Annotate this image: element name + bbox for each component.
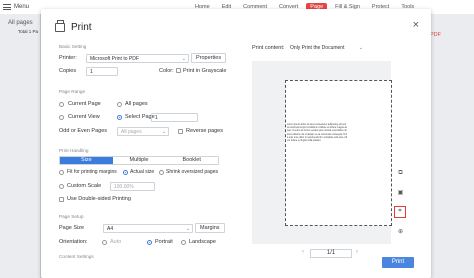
- print-content-label: Print content:: [252, 45, 285, 51]
- custom-scale-radio[interactable]: [59, 184, 64, 189]
- print-handling-header: Print Handling: [59, 148, 89, 153]
- thumbnail-panel: All pages Total 1 Pa: [0, 14, 40, 278]
- menu-button[interactable]: Menu: [3, 4, 29, 10]
- current-page-label: Current Page: [68, 101, 101, 107]
- dialog-title-text: Print: [71, 22, 92, 33]
- select-page-input[interactable]: 1: [151, 113, 198, 122]
- print-content-select[interactable]: Only Print the Document ⌄: [287, 44, 365, 53]
- print-content-value: Only Print the Document: [290, 45, 345, 51]
- print-button[interactable]: Print: [382, 257, 414, 268]
- content-settings-header: Content Settings: [59, 254, 94, 259]
- margins-button[interactable]: Margins: [195, 223, 225, 233]
- odd-even-value: All pages: [121, 129, 142, 135]
- multiple-mode-button[interactable]: Multiple: [113, 157, 166, 164]
- all-pages-title: All pages: [8, 20, 33, 26]
- page-indicator[interactable]: 1/1: [310, 249, 352, 258]
- odd-even-select[interactable]: All pages ⌄: [117, 127, 169, 136]
- orientation-label: Orientation:: [59, 239, 88, 245]
- page-view-icon[interactable]: ▣: [396, 189, 405, 198]
- zoom-icon[interactable]: ⊕: [396, 228, 405, 237]
- page-setup-header: Page Setup: [59, 214, 84, 219]
- right-panel: PDF: [430, 14, 474, 278]
- printer-icon: [55, 20, 65, 32]
- size-mode-button[interactable]: Size: [60, 157, 113, 164]
- printer-select[interactable]: Microsoft Print to PDF ⌄: [86, 54, 189, 63]
- all-pages-radio[interactable]: [117, 102, 122, 107]
- fit-page-icon[interactable]: ⧉: [396, 169, 405, 178]
- duplex-checkbox[interactable]: [59, 197, 64, 202]
- crop-icon[interactable]: ⌗: [394, 206, 406, 218]
- prev-page-icon[interactable]: ‹: [302, 249, 304, 255]
- grayscale-checkbox[interactable]: [176, 68, 181, 73]
- shrink-label: Shrink oversized pages: [166, 169, 218, 175]
- print-dialog: Print × Basic Setting Printer: Microsoft…: [41, 9, 431, 278]
- copies-stepper[interactable]: 1: [86, 67, 118, 76]
- reverse-pages-checkbox[interactable]: [178, 129, 183, 134]
- copies-value: 1: [90, 69, 93, 75]
- portrait-label: Portrait: [155, 239, 173, 245]
- actual-size-label: Actual size: [130, 169, 155, 175]
- menu-label: Menu: [14, 4, 30, 10]
- actual-size-radio[interactable]: [123, 170, 128, 175]
- current-view-radio[interactable]: [59, 115, 64, 120]
- print-preview: Lorem ipsum dolor sit amet consectetur a…: [252, 61, 392, 244]
- select-page-value: 1: [155, 115, 158, 121]
- all-pages-label: All pages: [125, 101, 148, 107]
- select-page-radio[interactable]: [117, 115, 122, 120]
- printer-value: Microsoft Print to PDF: [90, 56, 139, 62]
- landscape-label: Landscape: [189, 239, 216, 245]
- current-page-radio[interactable]: [59, 102, 64, 107]
- custom-scale-label: Custom Scale: [67, 183, 102, 189]
- page-size-label: Page Size: [59, 225, 85, 231]
- handling-mode-toggle: Size Multiple Booklet: [59, 156, 219, 165]
- chevron-down-icon: ⌄: [161, 129, 166, 135]
- duplex-label: Use Double-sided Printing: [67, 196, 131, 202]
- shrink-radio[interactable]: [159, 170, 164, 175]
- page-range-header: Page Range: [59, 89, 86, 94]
- current-view-label: Current View: [68, 114, 100, 120]
- fit-margins-label: Fit for printing margins: [67, 169, 117, 175]
- preview-page: [285, 80, 392, 226]
- printer-label: Printer:: [59, 55, 77, 61]
- close-icon[interactable]: ×: [413, 19, 419, 31]
- next-page-icon[interactable]: ›: [356, 249, 358, 255]
- preview-panel: Print content: Only Print the Document ⌄…: [252, 42, 420, 278]
- preview-page-text: Lorem ipsum dolor sit amet consectetur a…: [287, 124, 347, 143]
- page-size-select[interactable]: A4 ⌄: [103, 224, 193, 233]
- copies-label: Copies: [59, 68, 77, 74]
- properties-button[interactable]: Properties: [191, 53, 227, 63]
- landscape-radio[interactable]: [181, 240, 186, 245]
- hamburger-icon: [3, 4, 11, 10]
- dialog-title: Print: [55, 20, 92, 33]
- fit-margins-radio[interactable]: [59, 170, 64, 175]
- page-size-value: A4: [107, 226, 114, 232]
- portrait-radio[interactable]: [147, 240, 152, 245]
- chevron-down-icon: ⌄: [181, 56, 186, 62]
- chevron-down-icon: ⌄: [185, 226, 190, 232]
- reverse-pages-label: Reverse pages: [186, 128, 223, 134]
- settings-panel: Basic Setting Printer: Microsoft Print t…: [55, 42, 237, 278]
- basic-setting-header: Basic Setting: [59, 44, 87, 49]
- auto-orientation-label: Auto: [110, 239, 122, 245]
- chevron-down-icon: ⌄: [358, 45, 363, 51]
- custom-scale-input[interactable]: 100.00%: [110, 182, 155, 191]
- color-label: Color:: [159, 68, 174, 74]
- booklet-mode-button[interactable]: Booklet: [165, 157, 218, 164]
- right-panel-text: PDF: [430, 32, 441, 38]
- auto-orientation-radio[interactable]: [102, 240, 107, 245]
- total-pages-label: Total 1 Pa: [18, 29, 39, 34]
- odd-even-label: Odd or Even Pages: [59, 128, 108, 134]
- custom-scale-value: 100.00%: [114, 184, 134, 190]
- grayscale-label: Print in Grayscale: [183, 68, 227, 74]
